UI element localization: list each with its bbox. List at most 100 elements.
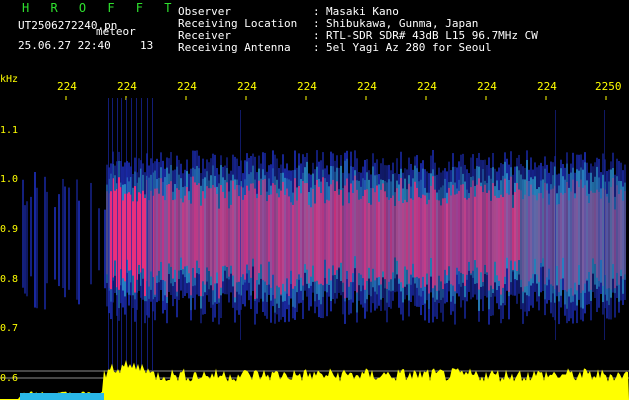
signal-column — [302, 181, 304, 286]
signal-column — [462, 184, 464, 275]
signal-column — [436, 199, 438, 291]
y-tick-label: 0.9 — [0, 224, 19, 235]
signal-column — [222, 191, 224, 267]
signal-column — [536, 200, 538, 275]
signal-column — [566, 181, 568, 292]
signal-column — [322, 177, 324, 286]
antenna-separator: : — [313, 41, 320, 54]
signal-column — [128, 192, 130, 271]
signal-column — [378, 201, 380, 277]
signal-column — [238, 196, 240, 282]
meteor-streak — [152, 98, 153, 370]
signal-column — [450, 195, 452, 285]
signal-column — [614, 209, 616, 289]
signal-column — [534, 195, 536, 259]
signal-column — [258, 180, 260, 274]
signal-column — [532, 194, 534, 274]
signal-column — [228, 208, 230, 277]
signal-column — [338, 194, 340, 268]
signal-column — [330, 184, 332, 281]
signal-column — [590, 190, 592, 290]
datetime-label: 25.06.27 22:40 — [18, 39, 111, 52]
signal-column — [514, 192, 516, 262]
meteor-streak — [555, 110, 556, 340]
signal-column — [568, 200, 570, 289]
signal-column — [268, 194, 270, 262]
antenna-label: Receiving Antenna — [178, 41, 291, 54]
signal-column — [452, 184, 454, 286]
signal-column — [236, 185, 238, 283]
signal-column — [498, 197, 500, 281]
signal-column — [336, 181, 338, 271]
x-tick-label: 2250 — [595, 80, 622, 93]
signal-column — [110, 191, 112, 290]
signal-column — [284, 194, 286, 292]
signal-column — [214, 187, 216, 284]
signal-column — [348, 203, 350, 287]
signal-column — [418, 197, 420, 279]
signal-column — [272, 183, 274, 275]
signal-column — [442, 198, 444, 290]
spectrogram-plot — [0, 96, 629, 400]
signal-column — [488, 190, 490, 291]
signal-column — [124, 193, 126, 282]
signal-column — [600, 198, 602, 260]
x-tick-label: 224 — [537, 80, 557, 93]
signal-column — [406, 202, 408, 270]
signal-column — [26, 201, 28, 297]
signal-column — [500, 194, 502, 295]
signal-column — [232, 180, 234, 276]
signal-column — [366, 189, 368, 281]
signal-column — [104, 209, 106, 289]
signal-column — [334, 190, 336, 275]
signal-column — [610, 186, 612, 290]
signal-column — [470, 187, 472, 274]
x-tick-label: 224 — [297, 80, 317, 93]
signal-column — [438, 200, 440, 276]
signal-column — [512, 207, 514, 270]
signal-column — [264, 178, 266, 282]
signal-column — [356, 189, 358, 293]
signal-column — [560, 192, 562, 280]
signal-column — [396, 188, 398, 261]
signal-column — [44, 176, 46, 310]
signal-column — [282, 181, 284, 284]
count-label: 13 — [140, 39, 154, 52]
signal-column — [172, 200, 174, 279]
signal-column — [420, 198, 422, 288]
signal-column — [388, 199, 390, 282]
signal-column — [502, 197, 504, 288]
signal-column — [270, 194, 272, 288]
signal-column — [306, 183, 308, 270]
x-tick-label: 224 — [237, 80, 257, 93]
signal-column — [422, 194, 424, 277]
signal-column — [430, 185, 432, 259]
signal-column — [262, 179, 264, 281]
signal-column — [190, 203, 192, 296]
signal-column — [346, 178, 348, 271]
signal-column — [224, 198, 226, 266]
signal-column — [350, 183, 352, 283]
signal-column — [504, 178, 506, 277]
signal-column — [546, 190, 548, 278]
signal-column — [310, 207, 312, 277]
x-tick-label: 224 — [117, 80, 137, 93]
signal-column — [150, 190, 152, 272]
signal-column — [370, 204, 372, 282]
signal-column — [382, 183, 384, 272]
signal-column — [274, 184, 276, 299]
signal-column — [368, 202, 370, 268]
signal-column — [138, 192, 140, 265]
signal-column — [166, 184, 168, 297]
signal-column — [620, 189, 622, 270]
signal-column — [478, 178, 480, 290]
signal-column — [246, 185, 248, 265]
signal-column — [426, 204, 428, 274]
meteor-streak — [108, 98, 109, 370]
meteor-streak — [141, 98, 142, 370]
signal-column — [622, 200, 624, 280]
signal-column — [374, 192, 376, 281]
signal-column — [168, 184, 170, 264]
signal-column — [376, 185, 378, 278]
signal-column — [24, 205, 26, 294]
